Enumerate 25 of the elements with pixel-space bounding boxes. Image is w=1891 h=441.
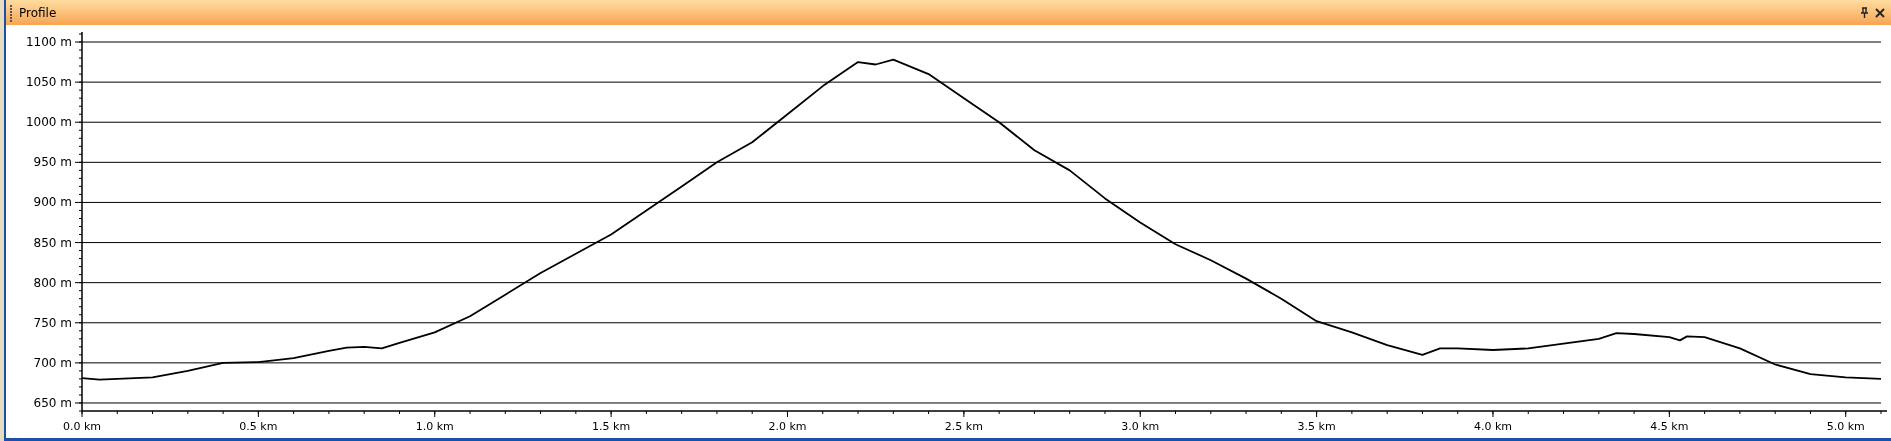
y-tick-label: 700 m [33,355,72,370]
y-tick-label: 750 m [33,315,72,330]
grip-icon[interactable] [10,3,13,22]
x-tick-label: 1.0 km [415,420,454,433]
y-tick-label: 650 m [33,396,72,410]
pin-icon[interactable] [1860,7,1869,18]
panel-title: Profile [19,4,57,22]
y-tick-label: 1050 m [25,75,72,90]
close-icon[interactable] [1875,7,1885,18]
y-tick-label: 850 m [33,235,72,250]
x-tick-label: 0.5 km [239,420,278,433]
y-tick-label: 900 m [33,195,72,210]
x-tick-label: 3.5 km [1297,420,1336,433]
x-tick-label: 2.5 km [944,420,983,433]
x-tick-label: 2.0 km [768,420,807,433]
x-tick-label: 1.5 km [592,420,631,433]
x-tick-label: 3.0 km [1121,420,1160,433]
x-tick-label: 5.0 km [1826,420,1865,433]
y-tick-label: 950 m [33,155,72,170]
y-tick-label: 1000 m [25,115,72,130]
y-tick-label: 1100 m [25,35,72,49]
x-tick-label: 4.0 km [1473,420,1512,433]
x-tick-label: 0.0 km [62,420,102,433]
x-tick-label: 4.5 km [1650,420,1689,433]
y-tick-label: 800 m [33,275,72,290]
